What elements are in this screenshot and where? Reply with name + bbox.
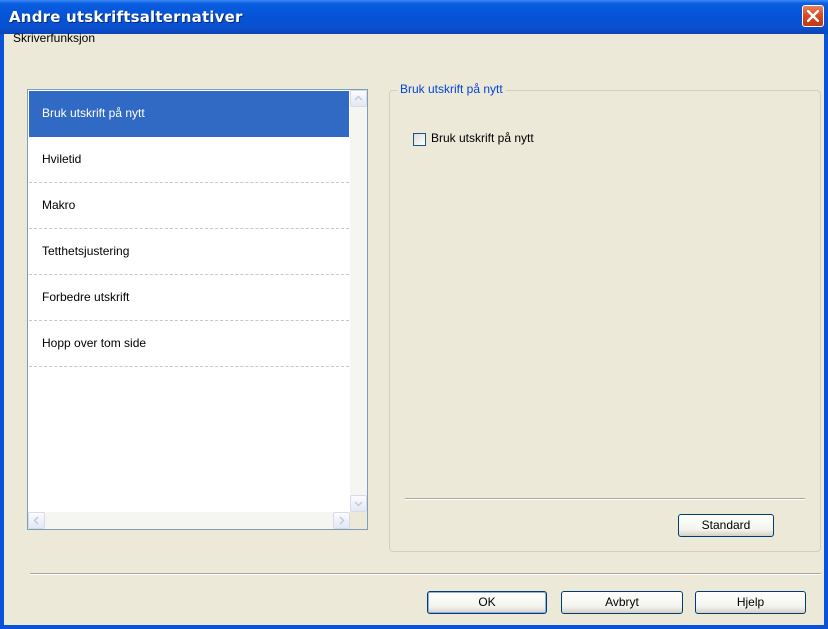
scroll-up-button[interactable] bbox=[350, 90, 367, 107]
scroll-down-button[interactable] bbox=[350, 495, 367, 512]
help-button[interactable]: Hjelp bbox=[695, 591, 806, 614]
list-item-label: Hopp over tom side bbox=[42, 336, 147, 350]
chevron-down-icon bbox=[354, 501, 363, 507]
list-item-label: Tetthetsjustering bbox=[42, 244, 130, 258]
list-item-label: Bruk utskrift på nytt bbox=[42, 106, 145, 120]
list-item-forbedre-utskrift[interactable]: Forbedre utskrift bbox=[29, 275, 349, 321]
close-button[interactable] bbox=[802, 5, 824, 27]
list-item-tetthetsjustering[interactable]: Tetthetsjustering bbox=[29, 229, 349, 275]
list-item-label: Forbedre utskrift bbox=[42, 290, 130, 304]
settings-groupbox bbox=[389, 90, 821, 552]
list-item-label: Makro bbox=[42, 198, 76, 212]
panel-divider bbox=[405, 498, 805, 500]
close-icon bbox=[807, 10, 819, 22]
list-item-bruk-utskrift[interactable]: Bruk utskrift på nytt bbox=[29, 91, 349, 137]
window-title: Andre utskriftsalternativer bbox=[9, 8, 243, 26]
scrollbar-corner bbox=[350, 512, 367, 529]
chevron-right-icon bbox=[339, 516, 345, 525]
list-item-makro[interactable]: Makro bbox=[29, 183, 349, 229]
standard-button[interactable]: Standard bbox=[678, 514, 774, 537]
reuse-print-checkbox-label[interactable]: Bruk utskrift på nytt bbox=[431, 131, 534, 145]
chevron-up-icon bbox=[354, 95, 363, 101]
list-item-label: Hviletid bbox=[42, 152, 82, 166]
list-item-hopp-over-tom-side[interactable]: Hopp over tom side bbox=[29, 321, 349, 367]
function-listbox[interactable]: Bruk utskrift på nytt Hviletid Makro Tet… bbox=[27, 89, 368, 530]
groupbox-title: Bruk utskrift på nytt bbox=[397, 82, 506, 96]
dialog-divider bbox=[30, 573, 821, 575]
ok-button[interactable]: OK bbox=[427, 591, 547, 614]
scroll-right-button[interactable] bbox=[333, 512, 350, 529]
horizontal-scrollbar[interactable] bbox=[28, 512, 350, 529]
reuse-print-checkbox[interactable] bbox=[413, 133, 426, 146]
vertical-scrollbar[interactable] bbox=[350, 90, 367, 512]
title-bar[interactable]: Andre utskriftsalternativer bbox=[0, 0, 828, 34]
cancel-button[interactable]: Avbryt bbox=[561, 591, 683, 614]
chevron-left-icon bbox=[33, 516, 39, 525]
list-item-hviletid[interactable]: Hviletid bbox=[29, 137, 349, 183]
section-label: Skriverfunksjon bbox=[13, 31, 96, 45]
scroll-left-button[interactable] bbox=[28, 512, 45, 529]
